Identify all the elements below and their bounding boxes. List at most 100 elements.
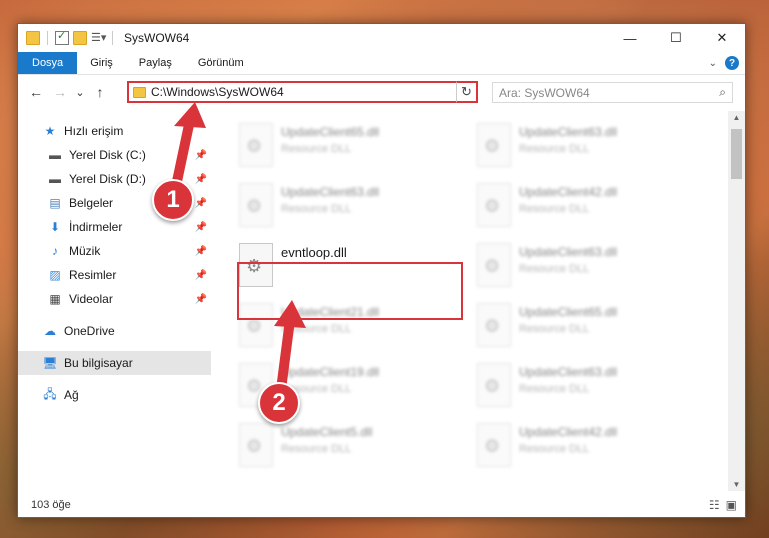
sidebar-item-pictures[interactable]: ▨ Resimler 📌: [18, 263, 211, 287]
tab-file[interactable]: Dosya: [18, 52, 78, 74]
step-badge-1: 1: [152, 179, 194, 221]
cloud-icon: ☁: [44, 324, 56, 338]
quick-access-toolbar: ☰▾: [18, 29, 116, 45]
file-name: evntloop.dll: [281, 245, 347, 260]
minimize-button[interactable]: —: [607, 24, 653, 52]
file-type: Resource DLL: [519, 143, 590, 155]
list-item[interactable]: UpdateClient42.dll Resource DLL: [469, 179, 695, 235]
file-name: UpdateClient65.dll: [519, 305, 618, 319]
tab-share[interactable]: Paylaş: [126, 52, 185, 74]
highlight-box: [237, 262, 463, 320]
status-bar: 103 öğe: [18, 493, 745, 517]
dll-file-icon: [477, 363, 511, 407]
new-folder-icon[interactable]: [73, 31, 87, 45]
view-toggle: ☷ ▣: [709, 498, 737, 512]
list-item[interactable]: UpdateClient63.dll Resource DLL: [469, 119, 695, 175]
pin-icon: 📌: [194, 221, 207, 233]
details-view-icon[interactable]: ☷: [709, 498, 720, 512]
forward-button[interactable]: →: [48, 84, 72, 100]
search-input[interactable]: Ara: SysWOW64 ⌕: [492, 82, 733, 103]
dll-file-icon: [477, 123, 511, 167]
address-bar[interactable]: C:\Windows\SysWOW64 ⌄: [127, 81, 473, 103]
file-type: Resource DLL: [281, 323, 352, 335]
list-item[interactable]: UpdateClient65.dll Resource DLL: [469, 299, 695, 355]
file-name: UpdateClient63.dll: [519, 125, 618, 139]
title-bar: ☰▾ SysWOW64 — ☐ ✕: [18, 24, 745, 52]
sidebar-item-label: Müzik: [69, 244, 101, 258]
list-item[interactable]: UpdateClient42.dll Resource DLL: [469, 419, 695, 475]
file-name: UpdateClient19.dll: [281, 365, 380, 379]
sidebar-item-network[interactable]: 🖧 Ağ: [18, 383, 211, 407]
sidebar-item-this-pc[interactable]: 🖥 Bu bilgisayar: [18, 351, 211, 375]
sidebar-item-label: OneDrive: [64, 324, 115, 338]
music-icon: ♪: [52, 244, 58, 258]
sidebar-item-label: İndirmeler: [69, 220, 123, 234]
file-type: Resource DLL: [281, 143, 352, 155]
back-button[interactable]: ←: [24, 84, 48, 100]
computer-icon: 🖥: [42, 356, 58, 370]
large-icons-view-icon[interactable]: ▣: [726, 498, 737, 512]
file-type: Resource DLL: [519, 383, 590, 395]
help-icon[interactable]: ?: [725, 56, 739, 70]
file-type: Resource DLL: [519, 203, 590, 215]
sidebar-item-label: Bu bilgisayar: [64, 356, 133, 370]
file-name: UpdateClient42.dll: [519, 425, 618, 439]
navigation-bar: ← → ⌄ ↑ C:\Windows\SysWOW64 ⌄ ↻ Ara: Sys…: [18, 75, 745, 109]
folder-icon: [26, 31, 40, 45]
folder-icon: [133, 86, 146, 98]
pin-icon: 📌: [194, 149, 207, 161]
sidebar-item-onedrive[interactable]: ☁ OneDrive: [18, 319, 211, 343]
tab-view[interactable]: Görünüm: [185, 52, 257, 74]
sidebar-item-label: Hızlı erişim: [64, 124, 124, 138]
sidebar-item-quick-access[interactable]: ★ Hızlı erişim: [18, 119, 211, 143]
file-name: UpdateClient65.dll: [281, 125, 380, 139]
sidebar-item-disk-c[interactable]: ▬ Yerel Disk (C:) 📌: [18, 143, 211, 167]
divider: [47, 31, 48, 45]
customize-qat-icon[interactable]: ☰▾: [91, 31, 106, 45]
maximize-button[interactable]: ☐: [653, 24, 699, 52]
window-controls: — ☐ ✕: [607, 24, 745, 52]
list-item[interactable]: UpdateClient63.dll Resource DLL: [231, 179, 457, 235]
sidebar-item-label: Videolar: [69, 292, 113, 306]
properties-icon[interactable]: [55, 29, 69, 45]
navigation-pane: ★ Hızlı erişim ▬ Yerel Disk (C:) 📌 ▬ Yer…: [18, 111, 211, 491]
sidebar-item-label: Resimler: [69, 268, 117, 282]
sidebar-item-videos[interactable]: ▦ Videolar 📌: [18, 287, 211, 311]
divider: [112, 31, 113, 45]
search-icon: ⌕: [719, 85, 726, 99]
close-button[interactable]: ✕: [699, 24, 745, 52]
file-type: Resource DLL: [281, 203, 352, 215]
file-name: UpdateClient42.dll: [519, 185, 618, 199]
pin-icon: 📌: [194, 293, 207, 305]
dll-file-icon: [477, 303, 511, 347]
scrollbar-thumb[interactable]: [731, 129, 742, 179]
chevron-down-icon[interactable]: ⌄: [709, 58, 717, 69]
vertical-scrollbar[interactable]: ▲ ▼: [728, 111, 745, 491]
list-item[interactable]: UpdateClient63.dll Resource DLL: [469, 239, 695, 295]
tab-home[interactable]: Giriş: [77, 52, 126, 74]
window-title: SysWOW64: [124, 31, 190, 45]
scroll-up-icon[interactable]: ▲: [728, 113, 745, 122]
dll-file-icon: [239, 423, 273, 467]
sidebar-item-label: Belgeler: [69, 196, 114, 210]
dll-file-icon: [477, 423, 511, 467]
sidebar-item-music[interactable]: ♪ Müzik 📌: [18, 239, 211, 263]
refresh-button[interactable]: ↻: [456, 81, 478, 103]
network-icon: 🖧: [43, 386, 57, 401]
scroll-down-icon[interactable]: ▼: [728, 480, 745, 489]
recent-locations-button[interactable]: ⌄: [72, 86, 88, 99]
dll-file-icon: [477, 243, 511, 287]
pin-icon: 📌: [194, 245, 207, 257]
sidebar-item-label: Yerel Disk (D:): [69, 172, 146, 186]
list-item[interactable]: UpdateClient65.dll Resource DLL: [231, 119, 457, 175]
address-path[interactable]: C:\Windows\SysWOW64: [151, 85, 457, 99]
list-item[interactable]: UpdateClient63.dll Resource DLL: [469, 359, 695, 415]
up-button[interactable]: ↑: [88, 84, 112, 100]
file-name: UpdateClient63.dll: [519, 365, 618, 379]
dll-file-icon: [239, 123, 273, 167]
file-type: Resource DLL: [281, 443, 352, 455]
pictures-icon: ▨: [49, 268, 61, 282]
file-type: Resource DLL: [519, 263, 590, 275]
downloads-icon: ⬇: [49, 220, 61, 234]
list-item[interactable]: UpdateClient5.dll Resource DLL: [231, 419, 457, 475]
